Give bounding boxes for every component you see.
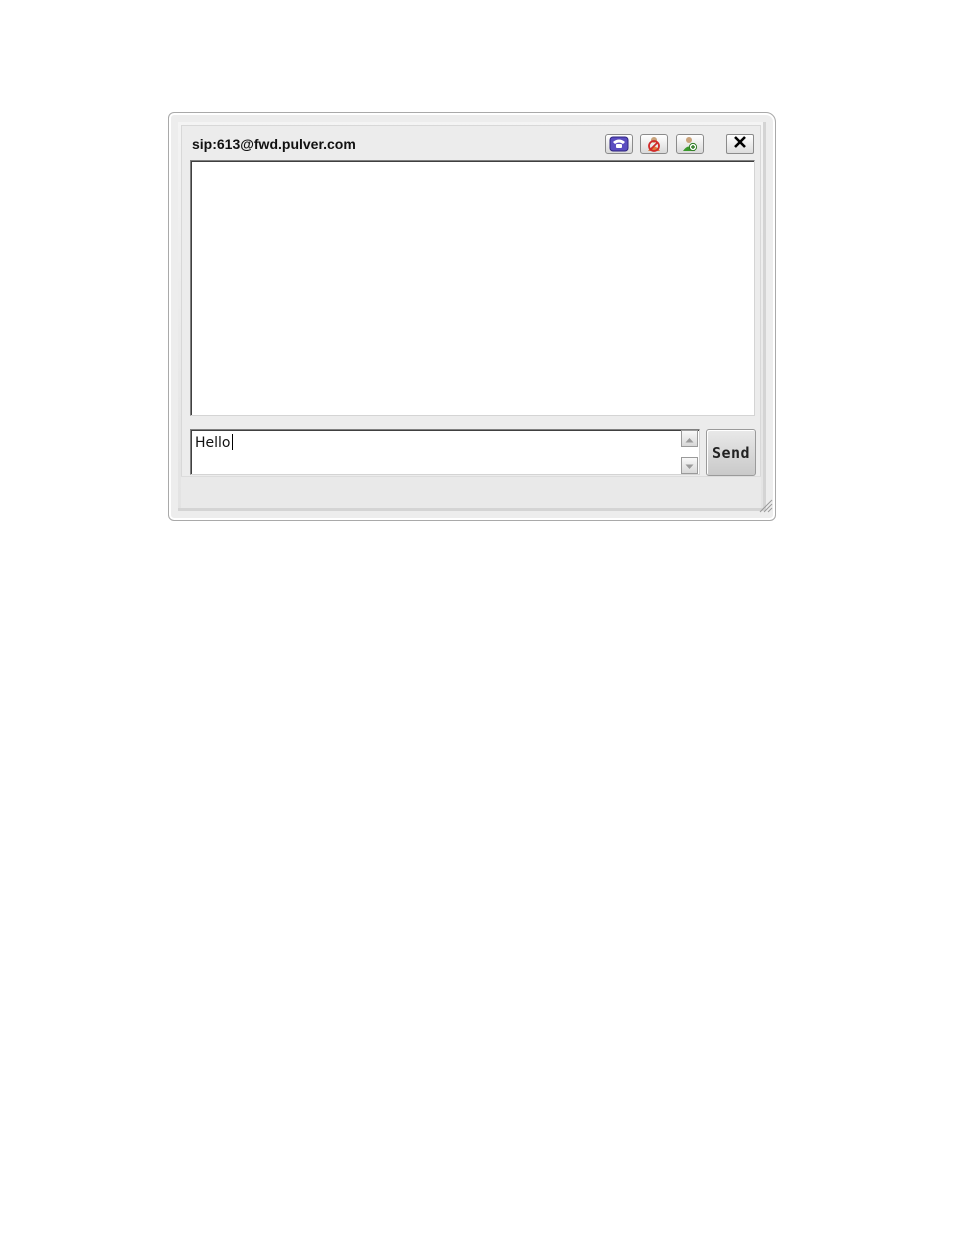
add-contact-icon bbox=[681, 136, 699, 152]
scroll-up-button[interactable] bbox=[681, 430, 698, 447]
input-scrollbar[interactable] bbox=[680, 430, 699, 474]
message-history[interactable] bbox=[190, 160, 755, 416]
message-input[interactable]: Hello bbox=[190, 429, 700, 475]
message-input-text: Hello bbox=[195, 435, 231, 451]
close-button[interactable] bbox=[726, 134, 754, 154]
phone-icon bbox=[609, 136, 629, 152]
arrow-up-icon bbox=[685, 430, 694, 448]
scroll-down-button[interactable] bbox=[681, 457, 698, 474]
call-button[interactable] bbox=[605, 134, 633, 154]
block-user-button[interactable] bbox=[640, 134, 668, 154]
window-title: sip:613@fwd.pulver.com bbox=[192, 136, 356, 152]
send-button[interactable]: Send bbox=[706, 429, 756, 476]
text-caret bbox=[231, 434, 233, 450]
add-contact-button[interactable] bbox=[676, 134, 704, 154]
arrow-down-icon bbox=[685, 457, 694, 475]
chat-window: sip:613@fwd.pulver.com Hello Send bbox=[168, 112, 776, 521]
status-bar bbox=[181, 476, 761, 508]
resize-grip-icon[interactable] bbox=[757, 497, 773, 518]
close-icon bbox=[733, 135, 747, 154]
block-user-icon bbox=[645, 136, 663, 152]
